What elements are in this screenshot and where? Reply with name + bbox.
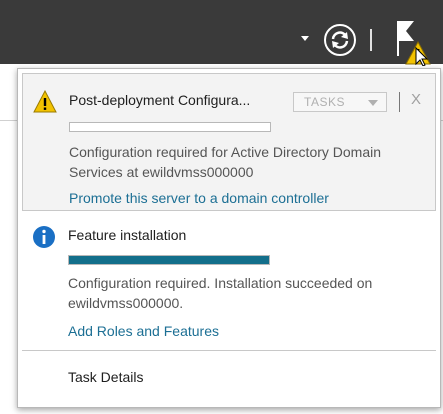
notification-title: Post-deployment Configura...	[69, 92, 251, 108]
notification-message: Configuration required. Installation suc…	[68, 275, 373, 311]
refresh-button[interactable]	[322, 22, 358, 58]
notifications-popup: Post-deployment Configura... TASKS X Con…	[17, 68, 441, 408]
notification-feature-installation: Feature installation Configuration requi…	[22, 219, 436, 347]
caret-down-icon	[368, 100, 378, 106]
notification-post-deployment: Post-deployment Configura... TASKS X Con…	[22, 73, 436, 211]
tasks-label: TASKS	[304, 95, 345, 109]
progress-bar	[69, 122, 271, 132]
tasks-dropdown[interactable]: TASKS	[293, 92, 387, 112]
progress-bar	[68, 255, 270, 265]
info-icon	[32, 225, 56, 249]
divider	[22, 350, 436, 351]
add-roles-features-link[interactable]: Add Roles and Features	[68, 323, 219, 339]
title-separator	[399, 92, 400, 112]
toolbar-separator	[370, 29, 372, 51]
close-button[interactable]: X	[411, 91, 421, 108]
notification-flag-icon	[397, 21, 431, 67]
notifications-flag-button[interactable]	[392, 18, 436, 67]
progress-fill	[69, 256, 269, 264]
notification-message: Configuration required for Active Direct…	[69, 144, 382, 180]
warning-icon	[33, 89, 57, 114]
caret-down-icon[interactable]	[301, 36, 309, 41]
refresh-icon	[324, 24, 356, 56]
task-details-link[interactable]: Task Details	[68, 369, 143, 385]
top-toolbar	[0, 0, 443, 67]
promote-domain-controller-link[interactable]: Promote this server to a domain controll…	[69, 190, 329, 206]
notification-title: Feature installation	[68, 227, 187, 243]
